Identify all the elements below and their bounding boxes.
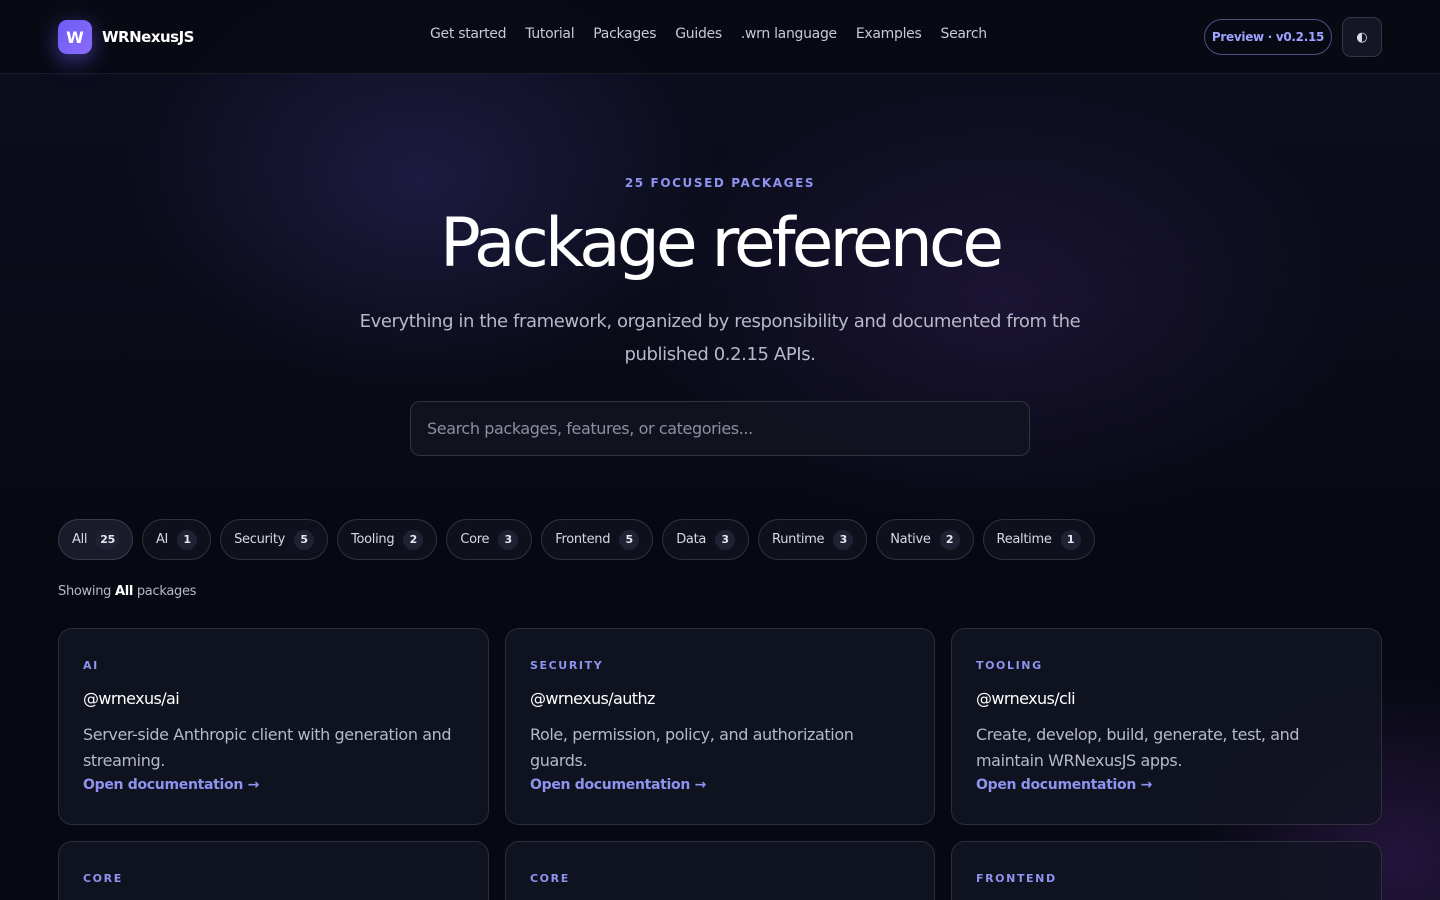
filter-chip-count: 5 <box>619 529 640 550</box>
filter-chip-count: 5 <box>294 529 315 550</box>
package-card-core-1: CORE <box>58 841 489 900</box>
filter-chip-count: 2 <box>939 529 960 550</box>
filter-chip-native[interactable]: Native 2 <box>876 519 974 560</box>
card-category: SECURITY <box>530 659 604 672</box>
nav-link-packages[interactable]: Packages <box>593 26 656 42</box>
nav-link-wrn-language[interactable]: .wrn language <box>741 26 837 42</box>
card-description: Server-side Anthropic client with genera… <box>83 725 452 770</box>
filter-chip-security[interactable]: Security 5 <box>220 519 329 560</box>
filter-chip-label: Data <box>676 532 707 547</box>
filter-chip-count: 1 <box>1060 529 1081 550</box>
card-category: CORE <box>83 872 123 885</box>
contrast-icon: ◐ <box>1356 29 1368 45</box>
filter-chip-label: Frontend <box>555 532 611 547</box>
logo-mark-icon: W <box>58 20 92 54</box>
top-nav: W WRNexusJS Get started Tutorial Package… <box>0 0 1440 74</box>
card-package-name: @wrnexus/cli <box>976 689 1076 708</box>
brand-name: WRNexusJS <box>102 28 195 46</box>
card-description: Create, develop, build, generate, test, … <box>976 725 1300 770</box>
card-category: FRONTEND <box>976 872 1057 885</box>
filter-chip-label: Tooling <box>351 532 395 547</box>
nav-link-search[interactable]: Search <box>941 26 988 42</box>
package-card-ai: AI @wrnexus/ai Server-side Anthropic cli… <box>58 628 489 825</box>
nav-link-guides[interactable]: Guides <box>675 26 722 42</box>
brand-logo[interactable]: W WRNexusJS <box>58 20 195 54</box>
filter-chip-all[interactable]: All 25 <box>58 519 133 560</box>
nav-link-tutorial[interactable]: Tutorial <box>525 26 574 42</box>
filter-chip-label: Core <box>460 532 490 547</box>
package-card-authz: SECURITY @wrnexus/authz Role, permission… <box>505 628 935 825</box>
filter-chip-runtime[interactable]: Runtime 3 <box>758 519 868 560</box>
filter-chip-data[interactable]: Data 3 <box>662 519 750 560</box>
filter-chip-count: 1 <box>177 529 198 550</box>
hero-subtitle: Everything in the framework, organized b… <box>359 311 1081 365</box>
card-category: CORE <box>530 872 570 885</box>
nav-link-examples[interactable]: Examples <box>856 26 922 42</box>
filter-chip-label: Native <box>890 532 931 547</box>
package-card-core-2: CORE <box>505 841 935 900</box>
theme-toggle-button[interactable]: ◐ <box>1342 17 1382 57</box>
open-documentation-link[interactable]: Open documentation → <box>976 777 1152 793</box>
filter-chip-realtime[interactable]: Realtime 1 <box>982 519 1095 560</box>
filter-chip-count: 3 <box>498 529 519 550</box>
page-title: Package reference <box>439 204 1004 283</box>
filter-chip-ai[interactable]: AI 1 <box>141 519 212 560</box>
open-documentation-link[interactable]: Open documentation → <box>530 777 706 793</box>
filter-chip-count: 3 <box>715 529 736 550</box>
filter-chip-tooling[interactable]: Tooling 2 <box>337 519 438 560</box>
filter-chip-frontend[interactable]: Frontend 5 <box>541 519 654 560</box>
showing-prefix: Showing <box>58 584 112 599</box>
nav-link-get-started[interactable]: Get started <box>430 26 507 42</box>
card-package-name: @wrnexus/authz <box>530 689 655 708</box>
package-card-frontend: FRONTEND <box>951 841 1382 900</box>
category-filters: All 25 AI 1 Security 5 Tooling 2 Core 3 … <box>58 519 1095 560</box>
card-package-name: @wrnexus/ai <box>83 689 180 708</box>
card-category: TOOLING <box>976 659 1043 672</box>
filter-chip-label: AI <box>155 532 169 547</box>
version-badge[interactable]: Preview · v0.2.15 <box>1204 19 1332 55</box>
hero-eyebrow: 25 FOCUSED PACKAGES <box>624 176 816 190</box>
showing-filter: All <box>114 584 134 599</box>
package-search-input[interactable] <box>410 401 1030 456</box>
filter-chip-label: Realtime <box>996 532 1052 547</box>
filter-chip-core[interactable]: Core 3 <box>446 519 533 560</box>
open-documentation-link[interactable]: Open documentation → <box>83 777 259 793</box>
filter-chip-count: 3 <box>833 529 854 550</box>
nav-links: Get started Tutorial Packages Guides .wr… <box>430 26 987 42</box>
showing-status: Showing All packages <box>58 584 196 599</box>
showing-suffix: packages <box>136 584 197 599</box>
filter-chip-count: 25 <box>96 529 119 550</box>
filter-chip-count: 2 <box>403 529 424 550</box>
package-card-cli: TOOLING @wrnexus/cli Create, develop, bu… <box>951 628 1382 825</box>
filter-chip-label: Runtime <box>772 532 825 547</box>
filter-chip-label: Security <box>234 532 286 547</box>
card-description: Role, permission, policy, and authorizat… <box>530 725 854 770</box>
filter-chip-label: All <box>72 532 88 547</box>
card-category: AI <box>83 659 99 672</box>
